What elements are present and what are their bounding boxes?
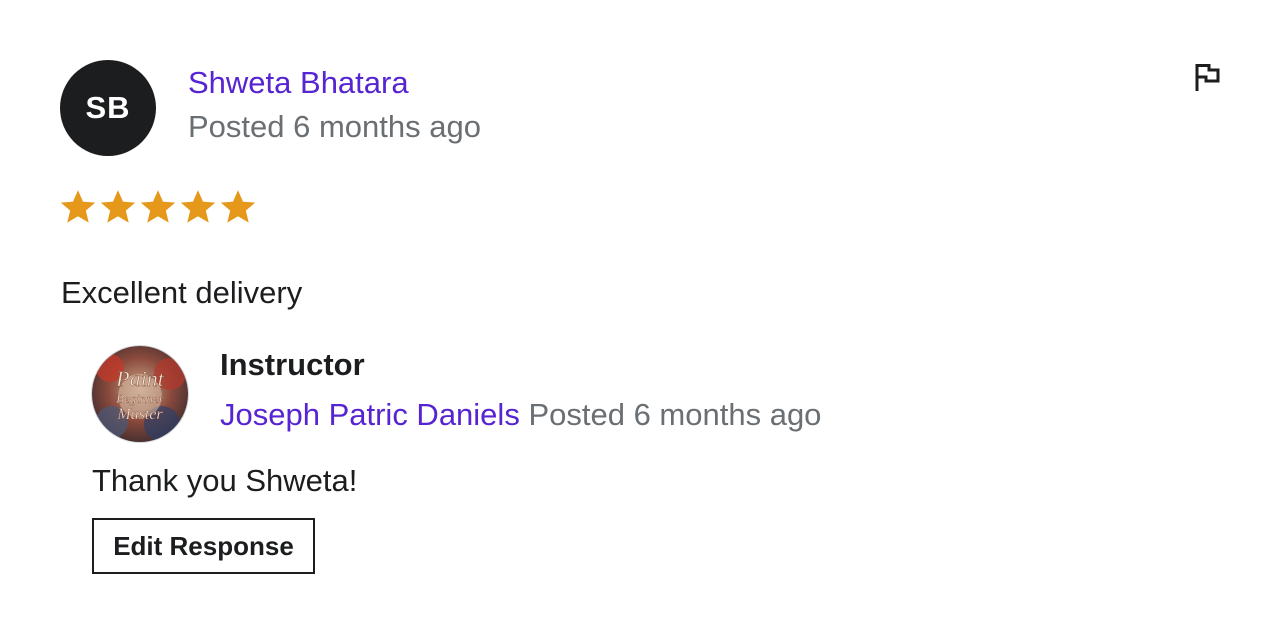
star-icon <box>60 190 96 223</box>
instructor-name[interactable]: Joseph Patric Daniels <box>220 397 520 432</box>
reviewer-initials: SB <box>85 90 131 125</box>
report-review-button[interactable] <box>1190 60 1224 94</box>
star-rating <box>60 188 256 226</box>
instructor-label: Instructor <box>220 347 365 382</box>
reviewer-name[interactable]: Shweta Bhatara <box>188 63 409 103</box>
svg-text:Beginner: Beginner <box>116 391 165 406</box>
paint-beginner-master-logo: Paint Beginner Master <box>92 346 188 442</box>
review-comment: Excellent delivery <box>61 275 303 310</box>
reviewer-avatar: SB <box>60 60 156 156</box>
star-icon <box>140 190 176 223</box>
star-icon <box>100 190 136 223</box>
svg-text:Master: Master <box>116 406 163 423</box>
flag-icon <box>1195 64 1220 91</box>
review-card: SB Shweta Bhatara Posted 6 months ago Ex… <box>0 0 1284 636</box>
response-posted-time: Posted 6 months ago <box>528 397 822 432</box>
edit-response-button[interactable]: Edit Response <box>92 518 315 574</box>
instructor-meta: Joseph Patric Daniels Posted 6 months ag… <box>220 395 821 435</box>
instructor-response-text: Thank you Shweta! <box>92 463 358 498</box>
review-posted-time: Posted 6 months ago <box>188 109 481 144</box>
star-icon <box>220 190 256 223</box>
svg-text:Paint: Paint <box>115 366 165 391</box>
star-icon <box>180 190 216 223</box>
instructor-avatar: Paint Beginner Master <box>92 346 188 442</box>
